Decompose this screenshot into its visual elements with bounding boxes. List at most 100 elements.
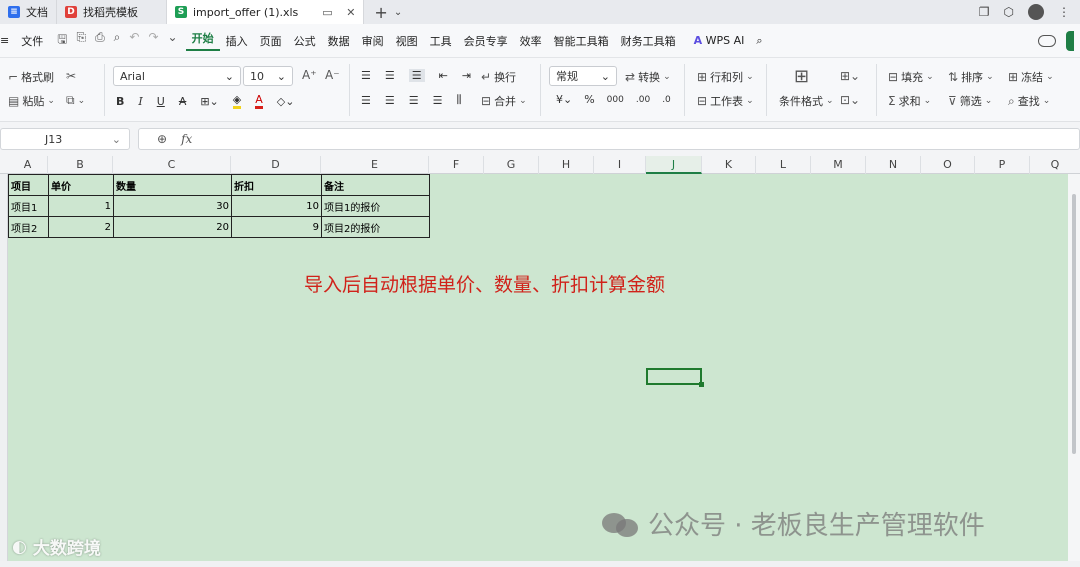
column-header-b[interactable]: B <box>48 156 113 174</box>
share-button[interactable] <box>1066 30 1074 51</box>
menu-view[interactable]: 视图 <box>390 33 424 49</box>
menu-file[interactable]: 文件 <box>15 33 49 49</box>
merge-button[interactable]: ⊟ 合并 ⌄ <box>481 93 527 109</box>
indent-increase-icon[interactable]: ⇥ <box>462 69 471 82</box>
border-style-button[interactable]: ⊡⌄ <box>840 93 860 107</box>
cond-format-icon[interactable]: ⊞ <box>794 66 809 87</box>
align-middle-icon[interactable]: ☰ <box>385 69 395 82</box>
menu-member[interactable]: 会员专享 <box>458 33 514 49</box>
bold-icon[interactable]: B <box>116 95 124 108</box>
name-box[interactable]: J13 ⌄ <box>0 128 130 150</box>
column-header-q[interactable]: Q <box>1030 156 1080 174</box>
column-header-n[interactable]: N <box>866 156 921 174</box>
font-name-select[interactable]: Arial ⌄ <box>113 66 241 86</box>
tab-import-offer[interactable]: S import_offer (1).xls ▭ ✕ <box>167 0 365 24</box>
row-headers[interactable] <box>0 174 8 567</box>
avatar[interactable] <box>1028 4 1044 20</box>
redo-icon[interactable]: ↷ <box>148 30 158 51</box>
table-cell[interactable]: 30 <box>113 195 232 217</box>
column-header-p[interactable]: P <box>975 156 1030 174</box>
menu-tools[interactable]: 工具 <box>424 33 458 49</box>
table-cell[interactable]: 1 <box>48 195 114 217</box>
freeze-button[interactable]: ⊞ 冻结 ⌄ <box>1008 69 1054 85</box>
format-painter-button[interactable]: ⌐ 格式刷 <box>8 69 54 85</box>
monitor-icon[interactable]: ▭ <box>322 6 332 19</box>
column-header-f[interactable]: F <box>429 156 484 174</box>
cube-icon[interactable]: ⬡ <box>1004 5 1014 19</box>
search-icon[interactable]: ⌕ <box>750 34 768 48</box>
column-header-h[interactable]: H <box>539 156 594 174</box>
fill-button[interactable]: ⊟ 填充 ⌄ <box>888 69 934 85</box>
cut-button[interactable]: ✂ <box>66 69 76 83</box>
undo-icon[interactable]: ↶ <box>129 30 139 51</box>
decrease-font-button[interactable]: A⁻ <box>325 68 340 82</box>
font-size-select[interactable]: 10 ⌄ <box>243 66 293 86</box>
menu-smart-toolbox[interactable]: 智能工具箱 <box>548 33 615 49</box>
export-icon[interactable]: ⎘ <box>76 30 86 51</box>
print-icon[interactable]: ⎙ <box>95 30 105 51</box>
menu-data[interactable]: 数据 <box>322 33 356 49</box>
column-header-e[interactable]: E <box>321 156 429 174</box>
column-header-o[interactable]: O <box>921 156 975 174</box>
fx-icon[interactable]: fx <box>181 132 192 146</box>
thousands-icon[interactable]: 000 <box>607 95 624 105</box>
column-header-k[interactable]: K <box>702 156 756 174</box>
copy-button[interactable]: ⧉ ⌄ <box>66 93 85 108</box>
column-header-d[interactable]: D <box>231 156 321 174</box>
header-cell-discount[interactable]: 折扣 <box>231 174 322 196</box>
sort-button[interactable]: ⇅ 排序 ⌄ <box>948 69 994 85</box>
cond-format-button[interactable]: 条件格式 ⌄ <box>779 93 834 109</box>
sum-button[interactable]: Σ 求和 ⌄ <box>888 93 931 109</box>
new-tab-button[interactable]: + ⌄ <box>364 0 412 24</box>
header-cell-quantity[interactable]: 数量 <box>113 174 232 196</box>
percent-icon[interactable]: % <box>584 93 594 106</box>
chevron-down-icon[interactable]: ⌄ <box>168 30 178 51</box>
align-right-icon[interactable]: ☰ <box>409 94 419 107</box>
filter-button[interactable]: ⊽ 筛选 ⌄ <box>948 93 992 109</box>
header-cell-item[interactable]: 项目 <box>8 174 49 196</box>
column-header-m[interactable]: M <box>811 156 866 174</box>
align-center-icon[interactable]: ☰ <box>385 94 395 107</box>
strikethrough-icon[interactable]: A <box>179 95 187 108</box>
zoom-icon[interactable]: ⊕ <box>157 132 167 146</box>
eraser-icon[interactable]: ◇⌄ <box>277 95 295 108</box>
italic-icon[interactable]: I <box>138 95 142 108</box>
tab-docer[interactable]: D 找稻壳模板 <box>57 0 167 24</box>
paste-button[interactable]: ▤ 粘贴 ⌄ <box>8 93 55 109</box>
more-icon[interactable]: ⋮ <box>1058 5 1070 19</box>
active-cell-selection[interactable] <box>646 368 704 387</box>
worksheet-button[interactable]: ⊟ 工作表 ⌄ <box>697 93 754 109</box>
cell-style-button[interactable]: ⊞⌄ <box>840 69 860 83</box>
cloud-icon[interactable] <box>1038 34 1056 47</box>
column-header-j[interactable]: J <box>646 156 702 174</box>
tab-docs[interactable]: ≡ 文档 <box>0 0 57 24</box>
column-header-c[interactable]: C <box>113 156 231 174</box>
menu-efficiency[interactable]: 效率 <box>514 33 548 49</box>
menu-review[interactable]: 审阅 <box>356 33 390 49</box>
menu-finance-toolbox[interactable]: 财务工具箱 <box>615 33 682 49</box>
column-header-g[interactable]: G <box>484 156 539 174</box>
table-cell[interactable]: 项目2 <box>8 216 49 238</box>
increase-font-button[interactable]: A⁺ <box>302 68 317 82</box>
header-cell-remark[interactable]: 备注 <box>321 174 430 196</box>
table-cell[interactable]: 9 <box>231 216 322 238</box>
table-cell[interactable]: 2 <box>48 216 114 238</box>
restore-window-icon[interactable]: ❐ <box>979 5 990 19</box>
table-cell[interactable]: 项目1 <box>8 195 49 217</box>
header-cell-price[interactable]: 单价 <box>48 174 114 196</box>
justify-icon[interactable]: ☰ <box>433 94 443 107</box>
border-icon[interactable]: ⊞⌄ <box>200 95 218 108</box>
distribute-icon[interactable]: ⫼ <box>457 93 462 107</box>
find-button[interactable]: ⌕ 查找 ⌄ <box>1008 93 1050 109</box>
horizontal-scrollbar[interactable] <box>0 561 1080 567</box>
column-header-l[interactable]: L <box>756 156 811 174</box>
convert-button[interactable]: ⇄ 转换 ⌄ <box>625 69 671 85</box>
close-icon[interactable]: ✕ <box>346 6 355 19</box>
table-cell[interactable]: 20 <box>113 216 232 238</box>
align-top-icon[interactable]: ☰ <box>361 69 371 82</box>
column-header-i[interactable]: I <box>594 156 646 174</box>
sheet-grid[interactable]: 项目 单价 数量 折扣 备注 项目1 1 30 10 项目1的报价 项目2 2 … <box>8 174 1068 561</box>
table-cell[interactable]: 项目1的报价 <box>321 195 430 217</box>
menu-formula[interactable]: 公式 <box>288 33 322 49</box>
menu-wps-ai[interactable]: A WPS AI <box>688 34 751 47</box>
